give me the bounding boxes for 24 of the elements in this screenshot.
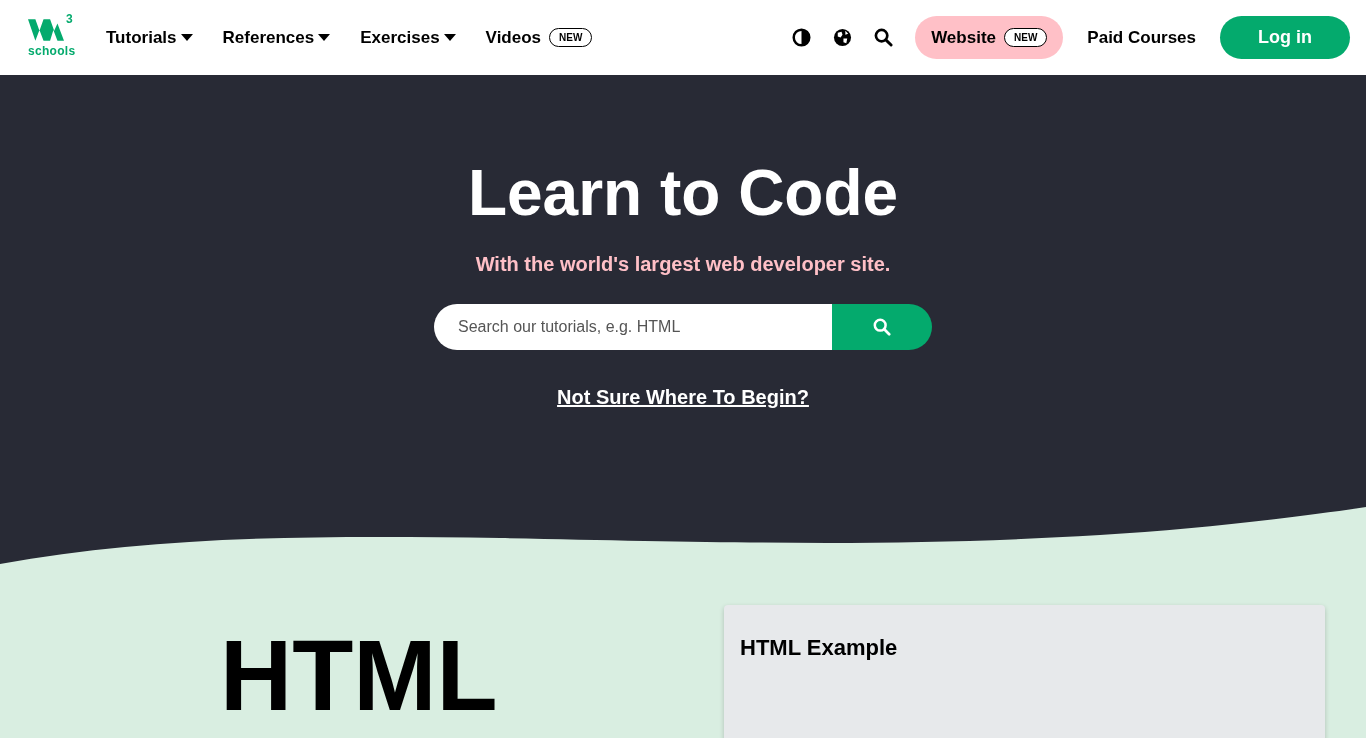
caret-icon bbox=[180, 34, 193, 41]
nav-menu-item[interactable]: Videos NEW bbox=[485, 27, 593, 48]
contrast-toggle-icon[interactable] bbox=[792, 28, 812, 47]
nav-menu-item[interactable]: References bbox=[222, 27, 331, 48]
paid-courses-link[interactable]: Paid Courses bbox=[1087, 27, 1196, 48]
caret-icon bbox=[443, 34, 456, 41]
where-to-begin-link[interactable]: Not Sure Where To Begin? bbox=[557, 386, 809, 409]
search-field[interactable]: Search our tutorials, e.g. HTML bbox=[434, 304, 832, 350]
nav-menu-item[interactable]: Exercises bbox=[360, 27, 456, 48]
nav-menu-item[interactable]: Tutorials bbox=[106, 27, 193, 48]
search-button[interactable] bbox=[832, 304, 932, 350]
logo-icon bbox=[28, 18, 64, 41]
hero-title: Learn to Code bbox=[467, 156, 899, 231]
new-badge: NEW bbox=[1004, 28, 1048, 47]
caret-icon bbox=[318, 34, 331, 41]
hero-subtitle: With the world's largest web developer site. bbox=[475, 253, 891, 276]
search-icon bbox=[873, 318, 891, 336]
new-badge: NEW bbox=[549, 28, 593, 47]
search-icon[interactable] bbox=[874, 28, 894, 47]
globe-icon[interactable] bbox=[833, 28, 853, 47]
website-button[interactable]: Website NEW bbox=[915, 16, 1064, 59]
logo-text: schools bbox=[28, 43, 76, 58]
section-heading: HTML bbox=[220, 625, 499, 725]
card-title: HTML Example bbox=[740, 635, 898, 660]
